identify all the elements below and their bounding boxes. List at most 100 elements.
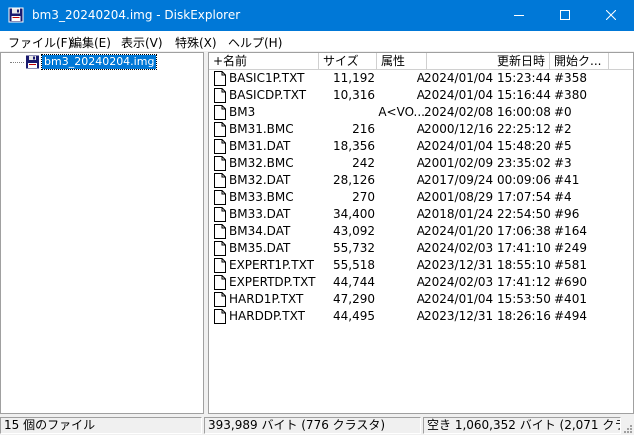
table-row[interactable]: BM35.DAT 55,732 A 2024/02/03 17:41:10 #249	[209, 240, 633, 257]
cell-name: EXPERT1P.TXT	[229, 258, 314, 272]
cell-size: 43,092	[333, 224, 375, 238]
file-list[interactable]: +名前 サイズ 属性 更新日時 開始ク... BASIC1P.TXT 11,192…	[208, 52, 634, 414]
cell-cluster: #494	[554, 309, 587, 323]
table-row[interactable]: BM31.DAT 18,356 A 2024/01/04 15:48:20 #5	[209, 138, 633, 155]
column-header-date[interactable]: 更新日時	[427, 53, 550, 70]
cell-attr: A	[416, 258, 425, 272]
menu-edit[interactable]: 編集(E)	[70, 34, 111, 51]
table-row[interactable]: BM32.DAT 28,126 A 2017/09/24 00:09:06 #41	[209, 172, 633, 189]
cell-size: 28,126	[333, 173, 375, 187]
cell-attr: A	[416, 88, 425, 102]
menu-help[interactable]: ヘルプ(H)	[228, 34, 282, 51]
cell-date: 2001/02/09 23:35:02	[424, 156, 551, 170]
document-icon	[214, 309, 226, 324]
window-title: bm3_20240204.img - DiskExplorer	[32, 8, 241, 22]
cell-name: BM33.DAT	[229, 207, 291, 221]
cell-size: 270	[352, 190, 375, 204]
document-icon	[214, 156, 226, 171]
floppy-disk-icon	[25, 55, 41, 69]
document-icon	[214, 241, 226, 256]
cell-name: BM31.DAT	[229, 139, 291, 153]
cell-attr: A	[416, 139, 425, 153]
cell-date: 2024/02/03 17:41:10	[424, 241, 551, 255]
cell-cluster: #581	[554, 258, 587, 272]
cell-cluster: #4	[554, 190, 572, 204]
document-icon	[214, 88, 226, 103]
cell-date: 2024/01/04 15:23:44	[424, 71, 551, 85]
menu-view[interactable]: 表示(V)	[121, 34, 163, 51]
cell-date: 2023/12/31 18:26:16	[424, 309, 551, 323]
cell-name: BM3	[229, 105, 256, 119]
cell-name: BM32.DAT	[229, 173, 291, 187]
close-button[interactable]	[588, 0, 634, 31]
tree-item-root[interactable]: bm3_20240204.img	[40, 54, 158, 70]
table-row[interactable]: BM31.BMC 216 A 2000/12/16 22:25:12 #2	[209, 121, 633, 138]
minimize-icon	[514, 15, 524, 16]
cell-attr: A	[416, 190, 425, 204]
cell-attr: A	[416, 309, 425, 323]
cell-size: 44,495	[333, 309, 375, 323]
table-row[interactable]: BASICDP.TXT 10,316 A 2024/01/04 15:16:44 #38…	[209, 87, 633, 104]
cell-size: 242	[352, 156, 375, 170]
table-row[interactable]: EXPERTDP.TXT 44,744 A 2024/02/03 17:41:12 #6…	[209, 274, 633, 291]
document-icon	[214, 190, 226, 205]
menu-special[interactable]: 特殊(X)	[175, 34, 217, 51]
table-row[interactable]: BM33.BMC 270 A 2001/08/29 17:07:54 #4	[209, 189, 633, 206]
cell-size: 55,518	[333, 258, 375, 272]
document-icon	[214, 105, 226, 120]
table-row[interactable]: BASIC1P.TXT 11,192 A 2024/01/04 15:23:44 #35…	[209, 70, 633, 87]
cell-date: 2024/01/20 17:06:38	[424, 224, 551, 238]
table-row[interactable]: BM34.DAT 43,092 A 2024/01/20 17:06:38 #164	[209, 223, 633, 240]
column-header-cluster[interactable]: 開始ク...	[550, 53, 609, 70]
status-free-space: 空き 1,060,352 バイト (2,071 クラスタ)	[423, 417, 621, 434]
cell-size: 55,732	[333, 241, 375, 255]
status-file-count: 15 個のファイル	[0, 417, 202, 434]
cell-attr: A	[416, 173, 425, 187]
cell-cluster: #401	[554, 292, 587, 306]
cell-size: 11,192	[333, 71, 375, 85]
maximize-button[interactable]	[542, 0, 588, 31]
cell-size: 18,356	[333, 139, 375, 153]
document-icon	[214, 258, 226, 273]
status-total-size: 393,989 バイト (776 クラスタ)	[204, 417, 421, 434]
cell-cluster: #164	[554, 224, 587, 238]
table-row[interactable]: BM32.BMC 242 A 2001/02/09 23:35:02 #3	[209, 155, 633, 172]
cell-date: 2001/08/29 17:07:54	[424, 190, 551, 204]
cell-size: 216	[352, 122, 375, 136]
cell-attr: A	[416, 241, 425, 255]
floppy-disk-icon	[8, 7, 24, 23]
cell-date: 2024/02/08 16:00:08	[424, 105, 551, 119]
cell-cluster: #3	[554, 156, 572, 170]
table-row[interactable]: HARDDP.TXT 44,495 A 2023/12/31 18:26:16 #494	[209, 308, 633, 325]
column-header-size[interactable]: サイズ	[319, 53, 377, 70]
cell-name: BASIC1P.TXT	[229, 71, 305, 85]
cell-attr: A	[416, 292, 425, 306]
cell-date: 2017/09/24 00:09:06	[424, 173, 551, 187]
cell-date: 2018/01/24 22:54:50	[424, 207, 551, 221]
document-icon	[214, 122, 226, 137]
menu-file[interactable]: ファイル(F)	[8, 34, 72, 51]
cell-size: 47,290	[333, 292, 375, 306]
minimize-button[interactable]	[496, 0, 542, 31]
folder-tree[interactable]: bm3_20240204.img	[0, 52, 204, 414]
resize-grip-icon[interactable]	[621, 422, 633, 434]
cell-cluster: #690	[554, 275, 587, 289]
cell-name: EXPERTDP.TXT	[229, 275, 316, 289]
cell-name: BM31.BMC	[229, 122, 294, 136]
title-bar[interactable]: bm3_20240204.img - DiskExplorer	[0, 0, 634, 31]
table-row[interactable]: BM3 A<VO... 2024/02/08 16:00:08 #0	[209, 104, 633, 121]
cell-name: HARDDP.TXT	[229, 309, 305, 323]
document-icon	[214, 207, 226, 222]
table-row[interactable]: EXPERT1P.TXT 55,518 A 2023/12/31 18:55:10 #5…	[209, 257, 633, 274]
column-header-filler	[609, 53, 633, 70]
cell-name: BM35.DAT	[229, 241, 291, 255]
menu-bar: ファイル(F) 編集(E) 表示(V) 特殊(X) ヘルプ(H)	[0, 31, 634, 51]
column-header-name[interactable]: +名前	[209, 53, 319, 70]
cell-date: 2024/01/04 15:16:44	[424, 88, 551, 102]
cell-cluster: #41	[554, 173, 580, 187]
document-icon	[214, 275, 226, 290]
table-row[interactable]: HARD1P.TXT 47,290 A 2024/01/04 15:53:50 #401	[209, 291, 633, 308]
cell-size: 44,744	[333, 275, 375, 289]
column-header-attr[interactable]: 属性	[377, 53, 427, 70]
table-row[interactable]: BM33.DAT 34,400 A 2018/01/24 22:54:50 #96	[209, 206, 633, 223]
